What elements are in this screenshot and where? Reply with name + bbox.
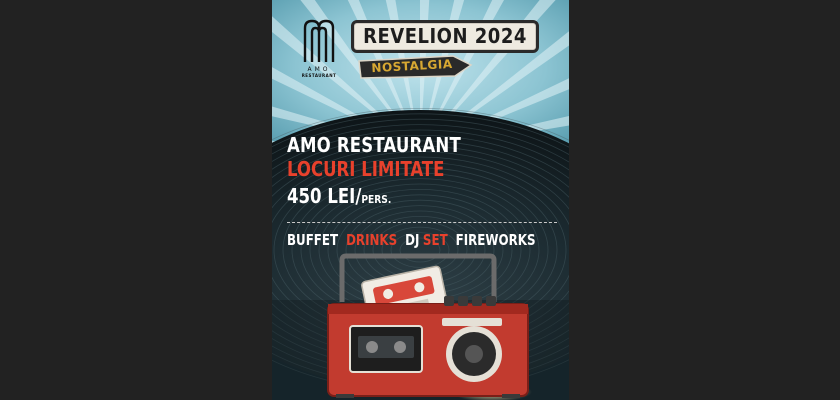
feature-buffet: BUFFET — [287, 231, 339, 249]
amo-monogram-logo-icon — [303, 19, 335, 62]
feature-fireworks: FIREWORKS — [455, 231, 536, 249]
event-poster: AMO RESTAURANT REVELION 2024 NOSTALGIA A… — [272, 0, 569, 400]
feature-set: SET — [422, 231, 448, 249]
logo-name: AMO — [307, 66, 331, 73]
limited-seats-notice: LOCURI LIMITATE — [287, 157, 445, 181]
price-amount: 450 LEI/ — [287, 184, 362, 208]
event-title-badge: REVELION 2024 — [351, 20, 539, 53]
amo-logo: AMO RESTAURANT — [294, 18, 344, 88]
feature-drinks: DRINKS — [346, 231, 398, 249]
venue-name: AMO RESTAURANT — [287, 133, 461, 157]
feature-dj-set: DJ SET — [405, 231, 448, 249]
feature-dj: DJ — [405, 231, 420, 249]
price-line: 450 LEI/PERS. — [287, 181, 535, 215]
retro-cassette-radio-icon — [327, 253, 529, 398]
logo-subtitle: RESTAURANT — [301, 73, 337, 78]
price-unit: PERS. — [361, 193, 392, 206]
event-info: AMO RESTAURANT LOCURI LIMITATE 450 LEI/P… — [287, 133, 557, 215]
dashed-divider — [287, 222, 557, 223]
features-list: BUFFET DRINKS DJ SET FIREWORKS — [287, 230, 536, 250]
page-background: AMO RESTAURANT REVELION 2024 NOSTALGIA A… — [0, 0, 840, 400]
